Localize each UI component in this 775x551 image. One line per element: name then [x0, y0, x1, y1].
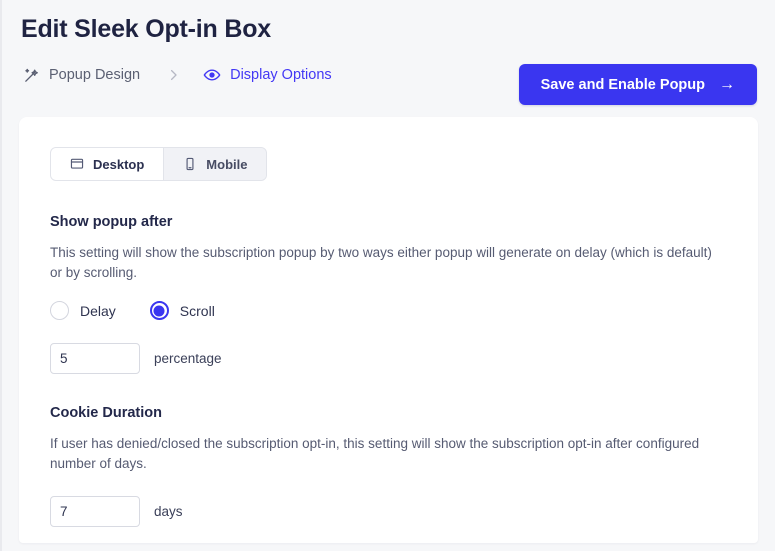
popup-trigger-radio-group: Delay Scroll — [50, 301, 726, 321]
device-tab-group: Desktop Mobile — [50, 147, 268, 181]
radio-option-scroll[interactable]: Scroll — [149, 301, 215, 321]
days-unit-label: days — [154, 504, 183, 520]
section-title-show-popup-after: Show popup after — [50, 214, 173, 230]
section-description-show-popup-after: This setting will show the subscription … — [50, 245, 712, 280]
breadcrumb-item-popup-design[interactable]: Popup Design — [22, 66, 140, 84]
breadcrumb-label-popup-design: Popup Design — [49, 66, 141, 83]
phone-icon — [183, 157, 197, 171]
radio-indicator-scroll — [149, 301, 169, 321]
page-header: Edit Sleek Opt-in Box Popup Design Displ… — [2, 0, 775, 117]
radio-indicator-delay — [50, 301, 69, 321]
radio-label-delay: Delay — [80, 302, 116, 319]
tab-desktop[interactable]: Desktop — [51, 148, 164, 180]
percentage-unit-label: percentage — [154, 351, 222, 367]
days-field-row: days — [50, 496, 726, 528]
save-button-label: Save and Enable Popup — [540, 76, 705, 93]
chevron-right-icon — [166, 66, 181, 84]
section-title-cookie-duration: Cookie Duration — [50, 405, 162, 422]
eye-icon — [203, 66, 221, 84]
monitor-icon — [70, 157, 84, 171]
tab-mobile[interactable]: Mobile — [164, 148, 267, 180]
page-title: Edit Sleek Opt-in Box — [21, 15, 271, 43]
section-cookie-duration: Cookie Duration If user has denied/close… — [50, 405, 726, 528]
radio-option-delay[interactable]: Delay — [50, 301, 116, 321]
magic-wand-icon — [22, 66, 40, 84]
settings-card: Desktop Mobile Show popup after This set… — [19, 117, 758, 543]
radio-label-scroll: Scroll — [179, 302, 215, 319]
save-and-enable-popup-button[interactable]: Save and Enable Popup → — [518, 64, 757, 105]
breadcrumb-label-display-options: Display Options — [230, 66, 332, 83]
arrow-right-icon: → — [719, 75, 735, 93]
cookie-duration-input[interactable] — [50, 496, 140, 528]
page-root: Edit Sleek Opt-in Box Popup Design Displ… — [0, 0, 775, 551]
percentage-input[interactable] — [50, 343, 140, 375]
section-show-popup-after: Show popup after This setting will show … — [50, 214, 726, 375]
section-description-cookie-duration: If user has denied/closed the subscripti… — [50, 436, 700, 471]
tab-desktop-label: Desktop — [93, 156, 145, 172]
percentage-field-row: percentage — [50, 343, 726, 375]
tab-mobile-label: Mobile — [206, 156, 248, 172]
breadcrumb-item-display-options[interactable]: Display Options — [203, 66, 332, 84]
